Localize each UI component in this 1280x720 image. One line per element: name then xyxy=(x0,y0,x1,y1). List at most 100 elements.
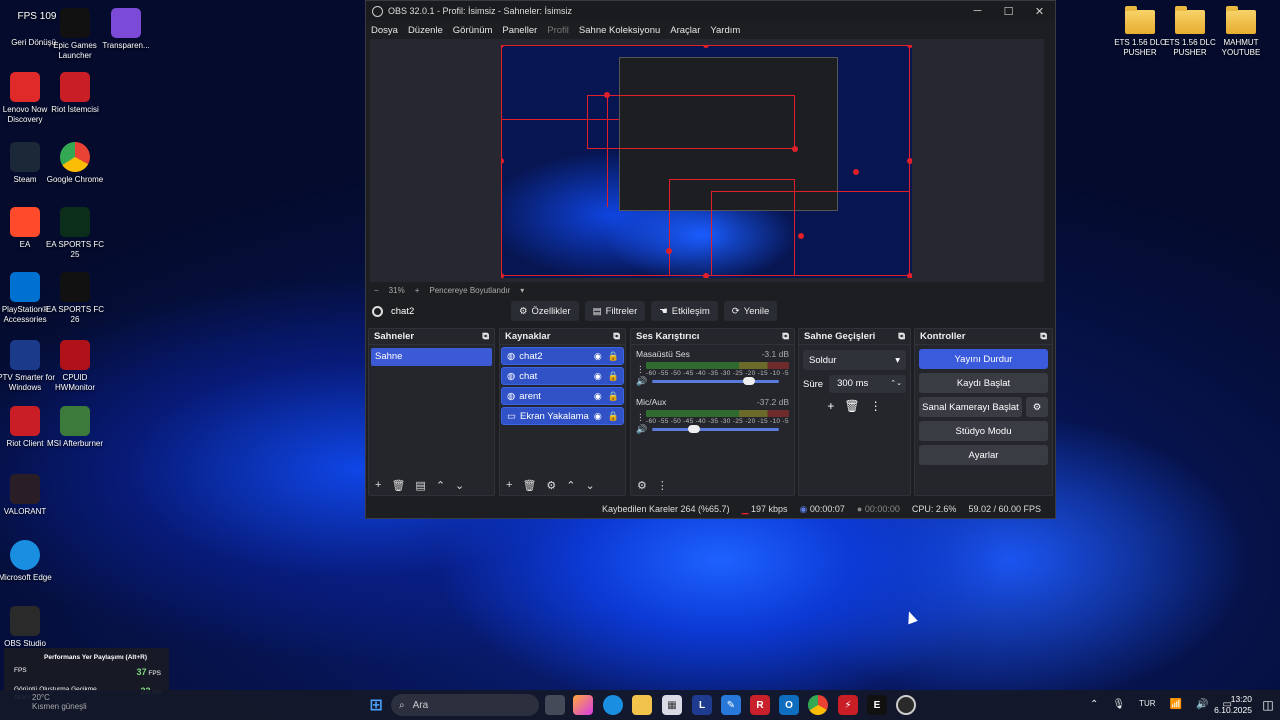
more-options-icon[interactable]: ⋮ xyxy=(636,364,645,375)
wifi-icon[interactable]: 📶 xyxy=(1170,699,1182,710)
resize-handle[interactable] xyxy=(703,273,709,278)
desktop-icon[interactable]: Microsoft Edge xyxy=(0,540,58,583)
store-icon[interactable]: ▦ xyxy=(662,695,682,715)
chrome-icon[interactable] xyxy=(808,695,828,715)
volume-slider[interactable] xyxy=(652,377,779,385)
menu-edit[interactable]: Düzenle xyxy=(408,25,443,36)
resize-handle[interactable] xyxy=(792,146,798,152)
add-icon[interactable]: + xyxy=(506,479,512,492)
dock-float-icon[interactable]: ⧉ xyxy=(482,331,489,342)
desktop-icon[interactable]: EA SPORTS FC 25 xyxy=(42,207,108,260)
zoom-in-icon[interactable]: + xyxy=(415,286,420,295)
l-app-icon[interactable]: L xyxy=(692,695,712,715)
menu-help[interactable]: Yardım xyxy=(710,25,740,36)
lock-icon[interactable]: 🔒 xyxy=(608,351,619,362)
add-icon[interactable]: + xyxy=(375,479,381,492)
resize-handle[interactable] xyxy=(798,233,804,239)
zoom-out-icon[interactable]: − xyxy=(374,286,379,295)
start-virtual-camera-button[interactable]: Sanal Kamerayı Başlat xyxy=(919,397,1022,417)
arrow-down-icon[interactable]: ⌄ xyxy=(455,479,464,492)
menu-profile[interactable]: Profil xyxy=(547,25,569,36)
more-options-icon[interactable]: ⋮ xyxy=(657,479,668,492)
arrow-up-icon[interactable]: ⌃ xyxy=(566,479,575,492)
dock-float-icon[interactable]: ⧉ xyxy=(898,331,905,342)
obs-taskbar-icon[interactable] xyxy=(896,695,916,715)
desktop-icon[interactable]: Google Chrome xyxy=(42,142,108,185)
copilot-icon[interactable] xyxy=(573,695,593,715)
language-indicator[interactable]: TUR xyxy=(1139,699,1155,710)
slider-handle[interactable] xyxy=(687,425,700,433)
desktop-icon[interactable]: MSI Afterburner xyxy=(42,406,108,449)
lock-icon[interactable]: 🔒 xyxy=(608,411,619,422)
eye-icon[interactable]: ◉ xyxy=(594,391,602,402)
menu-file[interactable]: Dosya xyxy=(371,25,398,36)
desktop-icon-mahmut-youtube[interactable]: MAHMUT YOUTUBE xyxy=(1208,6,1274,58)
clock[interactable]: 13:20 6.10.2025 xyxy=(1210,694,1252,716)
interact-button[interactable]: ☚ Etkileşim xyxy=(651,301,718,321)
weather-widget[interactable]: 20°C Kısmen güneşli xyxy=(10,693,87,711)
resize-handle[interactable] xyxy=(666,248,672,254)
maximize-icon[interactable]: ☐ xyxy=(993,5,1024,18)
file-explorer-icon[interactable] xyxy=(632,695,652,715)
add-icon[interactable]: + xyxy=(827,399,834,413)
zoom-mode[interactable]: Pencereye Boyutlandır xyxy=(429,286,510,295)
menu-view[interactable]: Görünüm xyxy=(453,25,493,36)
lock-icon[interactable]: 🔒 xyxy=(608,391,619,402)
edge-icon[interactable] xyxy=(603,695,623,715)
chevron-down-icon[interactable]: ▾ xyxy=(520,286,524,295)
desktop-icon[interactable]: Transparen... xyxy=(93,8,159,51)
resize-handle[interactable] xyxy=(907,45,912,48)
desktop-icon[interactable]: CPUID HWMonitor xyxy=(42,340,108,393)
windows-start-icon[interactable]: ⊞ xyxy=(366,695,386,715)
filter-icon[interactable]: ▤ xyxy=(415,479,425,492)
slider-handle[interactable] xyxy=(743,377,756,385)
stop-streaming-button[interactable]: Yayını Durdur xyxy=(919,349,1048,369)
source-item[interactable]: ◍ chat ◉ 🔒 xyxy=(501,367,624,385)
refresh-button[interactable]: ⟳ Yenile xyxy=(723,301,778,321)
transition-select[interactable]: Soldur ▾ xyxy=(803,350,906,370)
msi-afterburner-icon[interactable]: ⚡ xyxy=(838,695,858,715)
duration-input[interactable]: 300 ms ⌃⌄ xyxy=(829,375,906,393)
gear-icon[interactable]: ⚙ xyxy=(546,479,556,492)
source-item[interactable]: ◍ chat2 ◉ 🔒 xyxy=(501,347,624,365)
more-options-icon[interactable]: ⋮ xyxy=(636,412,645,423)
speaker-icon[interactable]: 🔊 xyxy=(636,424,647,435)
scene-item[interactable]: Sahne xyxy=(371,348,492,366)
microphone-icon[interactable]: 🎙 xyxy=(1112,699,1125,710)
close-icon[interactable]: ✕ xyxy=(1024,5,1055,18)
eye-icon[interactable]: ◉ xyxy=(594,411,602,422)
dock-float-icon[interactable]: ⧉ xyxy=(1040,331,1047,342)
properties-button[interactable]: ⚙ Özellikler xyxy=(511,301,579,321)
desktop-icon[interactable]: Riot İstemcisi xyxy=(42,72,108,115)
arrow-up-icon[interactable]: ⌃ xyxy=(436,479,445,492)
riot-client-icon[interactable]: R xyxy=(750,695,770,715)
desktop-icon[interactable]: OBS Studio xyxy=(0,606,58,649)
start-recording-button[interactable]: Kaydı Başlat xyxy=(919,373,1048,393)
preview-canvas[interactable] xyxy=(370,39,1044,282)
volume-slider[interactable] xyxy=(652,425,779,433)
minimize-icon[interactable]: ─ xyxy=(962,5,993,18)
editor-app-icon[interactable]: ✎ xyxy=(721,695,741,715)
epic-games-icon[interactable]: E xyxy=(867,695,887,715)
more-options-icon[interactable]: ⋮ xyxy=(870,399,882,413)
resize-handle[interactable] xyxy=(604,92,610,98)
volume-icon[interactable]: 🔊 xyxy=(1196,699,1208,710)
notifications-icon[interactable]: ◫ xyxy=(1258,695,1278,715)
source-item[interactable]: ▭ Ekran Yakalama ◉ 🔒 xyxy=(501,407,624,425)
eye-icon[interactable]: ◉ xyxy=(594,351,602,362)
studio-mode-button[interactable]: Stüdyo Modu xyxy=(919,421,1048,441)
desktop-icon[interactable]: VALORANT xyxy=(0,474,58,517)
resize-handle[interactable] xyxy=(907,158,912,164)
resize-handle[interactable] xyxy=(501,273,504,278)
menu-scene-collection[interactable]: Sahne Koleksiyonu xyxy=(579,25,660,36)
source-item[interactable]: ◍ arent ◉ 🔒 xyxy=(501,387,624,405)
eye-icon[interactable]: ◉ xyxy=(594,371,602,382)
menu-docks[interactable]: Paneller xyxy=(502,25,537,36)
gear-icon[interactable]: ⚙ xyxy=(1026,397,1048,417)
dock-float-icon[interactable]: ⧉ xyxy=(613,331,620,342)
search-box[interactable]: ⌕ Ara xyxy=(391,694,539,716)
lock-icon[interactable]: 🔒 xyxy=(608,371,619,382)
resize-handle[interactable] xyxy=(907,273,912,278)
resize-handle[interactable] xyxy=(853,169,859,175)
outlook-icon[interactable]: O xyxy=(779,695,799,715)
